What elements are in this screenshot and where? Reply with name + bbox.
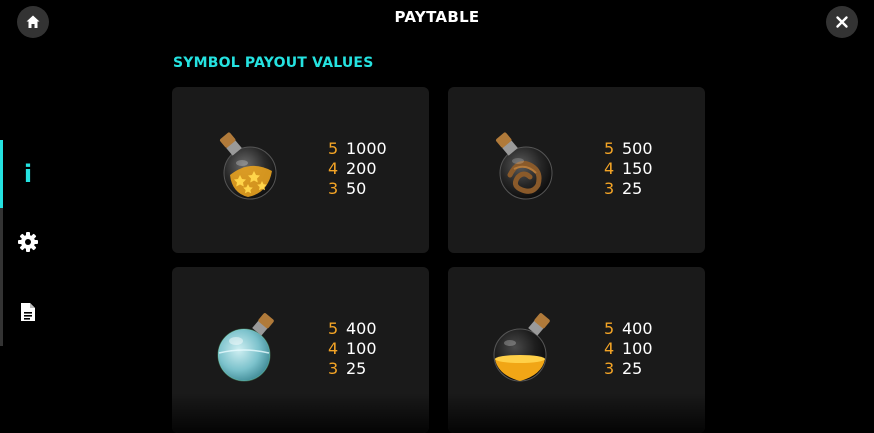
payout-value: 150 bbox=[622, 159, 653, 178]
payout-row: 4 200 bbox=[328, 159, 387, 179]
payout-count: 3 bbox=[328, 359, 339, 378]
payout-card: 5 400 4 100 3 25 bbox=[448, 267, 705, 433]
payout-value: 100 bbox=[622, 339, 653, 358]
payout-value: 200 bbox=[346, 159, 377, 178]
payout-count: 3 bbox=[328, 179, 339, 198]
payout-row: 5 400 bbox=[328, 319, 377, 339]
payout-list: 5 400 4 100 3 25 bbox=[604, 319, 653, 379]
page-title: PAYTABLE bbox=[394, 8, 480, 26]
payout-row: 3 25 bbox=[604, 179, 653, 199]
close-icon bbox=[836, 16, 848, 28]
sidebar-active-indicator bbox=[0, 140, 3, 208]
payout-list: 5 1000 4 200 3 50 bbox=[328, 139, 387, 199]
section-title: SYMBOL PAYOUT VALUES bbox=[173, 55, 374, 71]
payout-card: 5 500 4 150 3 25 bbox=[448, 87, 705, 253]
payout-value: 25 bbox=[622, 179, 643, 198]
close-button[interactable] bbox=[826, 6, 858, 38]
payout-value: 1000 bbox=[346, 139, 387, 158]
payout-card: 5 400 4 100 3 25 bbox=[172, 267, 429, 433]
payout-value: 25 bbox=[622, 359, 643, 378]
rope-potion-icon bbox=[496, 132, 553, 200]
sidebar-item-settings[interactable] bbox=[8, 222, 48, 262]
sidebar-item-info[interactable]: i bbox=[8, 154, 48, 194]
gear-icon bbox=[18, 232, 38, 252]
blue-potion-icon bbox=[217, 313, 274, 382]
payout-list: 5 500 4 150 3 25 bbox=[604, 139, 653, 199]
payout-row: 5 400 bbox=[604, 319, 653, 339]
payout-value: 25 bbox=[346, 359, 367, 378]
payout-value: 400 bbox=[346, 319, 377, 338]
payout-count: 4 bbox=[604, 159, 615, 178]
payout-count: 4 bbox=[328, 159, 339, 178]
payout-value: 50 bbox=[346, 179, 367, 198]
payout-row: 5 500 bbox=[604, 139, 653, 159]
payout-count: 3 bbox=[604, 179, 615, 198]
payout-row: 4 100 bbox=[604, 339, 653, 359]
payout-count: 5 bbox=[604, 139, 615, 158]
payout-row: 5 1000 bbox=[328, 139, 387, 159]
payout-count: 5 bbox=[604, 319, 615, 338]
payout-count: 4 bbox=[328, 339, 339, 358]
payout-list: 5 400 4 100 3 25 bbox=[328, 319, 377, 379]
payout-row: 3 25 bbox=[604, 359, 653, 379]
gold-potion-icon bbox=[493, 313, 550, 382]
payout-count: 4 bbox=[604, 339, 615, 358]
payout-row: 3 25 bbox=[328, 359, 377, 379]
payout-count: 5 bbox=[328, 139, 339, 158]
payout-value: 500 bbox=[622, 139, 653, 158]
star-potion-icon bbox=[220, 132, 277, 200]
sidebar-item-rules[interactable] bbox=[8, 292, 48, 332]
payout-row: 4 100 bbox=[328, 339, 377, 359]
payout-row: 4 150 bbox=[604, 159, 653, 179]
payout-row: 3 50 bbox=[328, 179, 387, 199]
payout-count: 3 bbox=[604, 359, 615, 378]
payout-card: 5 1000 4 200 3 50 bbox=[172, 87, 429, 253]
payout-value: 400 bbox=[622, 319, 653, 338]
payout-value: 100 bbox=[346, 339, 377, 358]
info-icon: i bbox=[23, 160, 33, 188]
payout-count: 5 bbox=[328, 319, 339, 338]
document-icon bbox=[21, 303, 35, 321]
